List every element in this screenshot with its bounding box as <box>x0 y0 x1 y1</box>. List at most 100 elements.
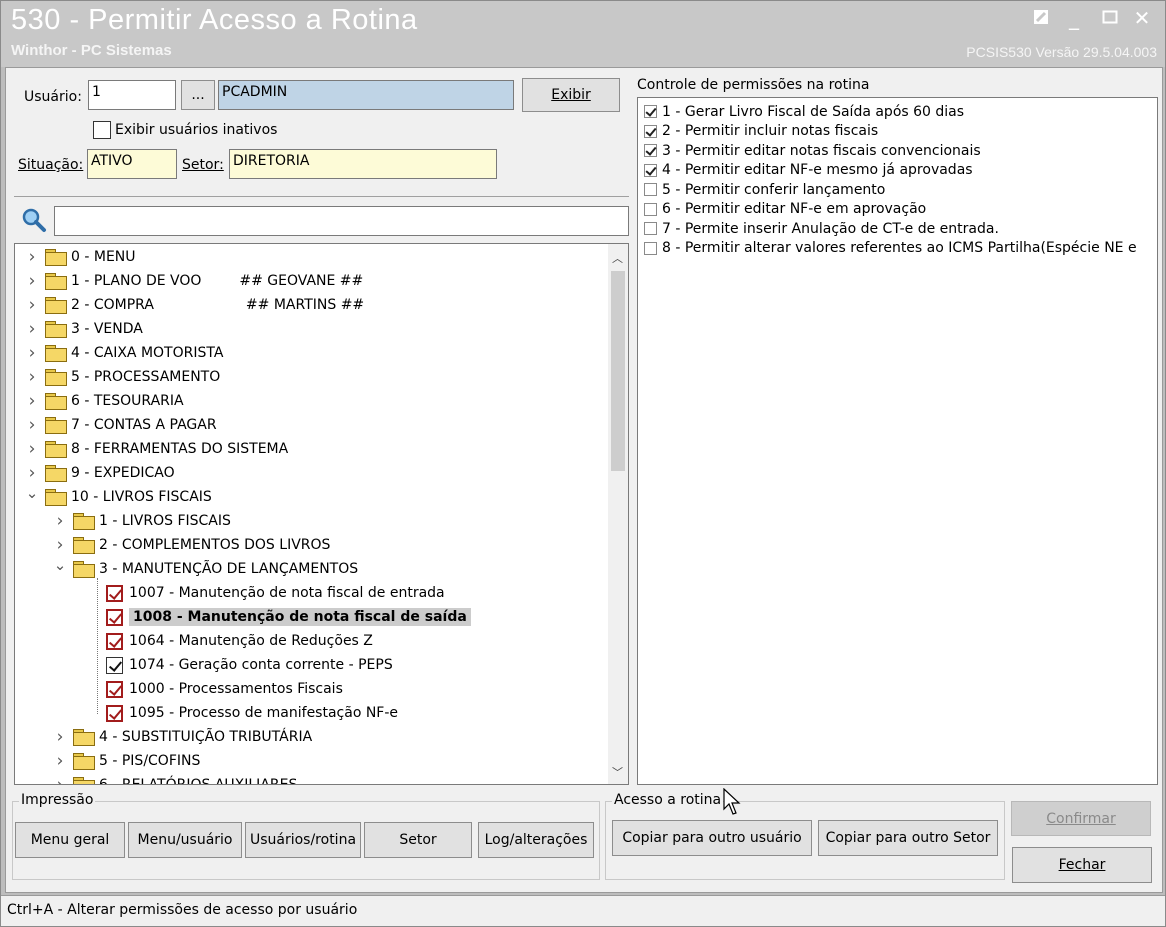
show-button[interactable]: Exibir <box>522 78 620 112</box>
folder-icon <box>73 753 95 770</box>
permission-label: 2 - Permitir incluir notas fiscais <box>662 123 879 139</box>
permission-checkbox[interactable] <box>644 241 657 255</box>
chevron-right-icon[interactable]: › <box>25 367 39 387</box>
chevron-right-icon[interactable]: › <box>25 271 39 291</box>
tree-folder-item[interactable]: › 0 - MENU <box>25 246 136 268</box>
chevron-right-icon[interactable]: › <box>25 391 39 411</box>
maximize-icon[interactable] <box>1097 5 1123 31</box>
tree-folder-item[interactable]: › 7 - CONTAS A PAGAR <box>25 414 217 436</box>
chevron-right-icon[interactable]: › <box>25 247 39 267</box>
tree-folder-item[interactable]: › 9 - EXPEDICAO <box>25 462 175 484</box>
permission-label: 8 - Permitir alterar valores referentes … <box>662 240 1137 256</box>
confirm-button[interactable]: Confirmar <box>1011 801 1151 836</box>
folder-icon <box>45 489 67 506</box>
permission-checkbox[interactable] <box>644 144 657 157</box>
permission-item[interactable]: 6 - Permitir editar NF-e em aprovação <box>644 200 926 219</box>
chevron-right-icon[interactable]: › <box>25 319 39 339</box>
tree-folder-item[interactable]: › 5 - PROCESSAMENTO <box>25 366 221 388</box>
chevron-right-icon[interactable]: › <box>53 535 67 555</box>
user-code-input[interactable]: 1 <box>88 80 176 110</box>
close-button[interactable]: Fechar <box>1012 847 1152 883</box>
tree-folder-item[interactable]: › 2 - COMPRA ## MARTINS ## <box>25 294 365 316</box>
tree-folder-item[interactable]: › 2 - COMPLEMENTOS DOS LIVROS <box>53 534 331 556</box>
chevron-right-icon[interactable]: › <box>53 727 67 747</box>
inactive-users-checkbox[interactable] <box>93 121 111 139</box>
tree-routine-item[interactable]: 1064 - Manutenção de Reduções Z <box>106 630 373 652</box>
permission-item[interactable]: 8 - Permitir alterar valores referentes … <box>644 239 1137 258</box>
chevron-down-icon[interactable]: ⌄ <box>53 556 67 574</box>
tree-folder-item[interactable]: ⌄ 10 - LIVROS FISCAIS <box>25 484 212 508</box>
permission-item[interactable]: 4 - Permitir editar NF-e mesmo já aprova… <box>644 161 973 180</box>
tree-item-label: 2 - COMPLEMENTOS DOS LIVROS <box>99 537 331 553</box>
permission-item[interactable]: 3 - Permitir editar notas fiscais conven… <box>644 141 981 160</box>
print-sector-button[interactable]: Setor <box>364 822 472 858</box>
chevron-right-icon[interactable]: › <box>25 415 39 435</box>
tree-routine-item-selected[interactable]: 1008 - Manutenção de nota fiscal de saíd… <box>106 606 471 628</box>
tree-folder-item[interactable]: › 1 - PLANO DE VOO ## GEOVANE ## <box>25 270 364 292</box>
chevron-right-icon[interactable]: › <box>25 295 39 315</box>
tree-item-label: 1074 - Geração conta corrente - PEPS <box>129 657 393 673</box>
routine-checkbox[interactable] <box>106 680 123 698</box>
permission-checkbox[interactable] <box>644 163 657 177</box>
search-input[interactable] <box>54 206 629 236</box>
permission-item[interactable]: 5 - Permitir conferir lançamento <box>644 180 885 199</box>
routine-tree[interactable]: › 0 - MENU › 1 - PLANO DE VOO ## GEOVANE ## ›… <box>14 243 629 785</box>
permission-checkbox[interactable] <box>644 183 657 196</box>
folder-icon <box>73 729 95 746</box>
scroll-down-icon[interactable]: ﹀ <box>612 764 623 780</box>
tree-routine-item[interactable]: 1074 - Geração conta corrente - PEPS <box>106 654 393 676</box>
chevron-down-icon[interactable]: ⌄ <box>25 484 39 502</box>
chevron-right-icon[interactable]: › <box>53 775 67 784</box>
tree-folder-item[interactable]: ⌄ 3 - MANUTENÇÃO DE LANÇAMENTOS <box>53 556 358 580</box>
tree-folder-item[interactable]: › 1 - LIVROS FISCAIS <box>53 510 231 532</box>
print-menu-user-button[interactable]: Menu/usuário <box>128 822 242 858</box>
tree-routine-item[interactable]: 1007 - Manutenção de nota fiscal de entr… <box>106 582 445 604</box>
permission-checkbox[interactable] <box>644 222 657 235</box>
app-window: 530 - Permitir Acesso a Rotina Winthor -… <box>0 0 1166 927</box>
browse-user-button[interactable]: ... <box>181 80 215 110</box>
print-log-changes-button[interactable]: Log/alterações <box>478 822 594 858</box>
close-icon[interactable]: ✕ <box>1129 5 1155 31</box>
permission-item[interactable]: 2 - Permitir incluir notas fiscais <box>644 122 878 141</box>
permission-checkbox[interactable] <box>644 124 657 138</box>
tree-folder-item[interactable]: › 5 - PIS/COFINS <box>53 750 201 772</box>
folder-icon <box>73 537 95 554</box>
print-users-routine-button[interactable]: Usuários/rotina <box>245 822 361 858</box>
folder-icon <box>45 273 67 290</box>
chevron-right-icon[interactable]: › <box>53 511 67 531</box>
tree-scrollbar[interactable]: ︿ ﹀ <box>608 244 628 784</box>
tree-folder-item[interactable]: › 3 - VENDA <box>25 318 143 340</box>
tree-scroll-thumb[interactable] <box>611 271 625 471</box>
chevron-right-icon[interactable]: › <box>25 463 39 483</box>
copy-to-user-button[interactable]: Copiar para outro usuário <box>612 820 812 856</box>
tree-routine-item[interactable]: 1095 - Processo de manifestação NF-e <box>106 702 398 724</box>
copy-to-sector-button[interactable]: Copiar para outro Setor <box>818 820 998 856</box>
chevron-right-icon[interactable]: › <box>25 439 39 459</box>
restore-icon[interactable] <box>1028 5 1054 31</box>
permission-checkbox[interactable] <box>644 202 657 216</box>
print-general-menu-button[interactable]: Menu geral <box>15 822 125 858</box>
tree-item-note: ## GEOVANE ## <box>239 273 364 289</box>
routine-checkbox[interactable] <box>106 656 123 674</box>
tree-folder-item[interactable]: › 4 - SUBSTITUIÇÃO TRIBUTÁRIA <box>53 726 313 748</box>
permission-item[interactable]: 7 - Permite inserir Anulação de CT-e de … <box>644 219 999 238</box>
chevron-right-icon[interactable]: › <box>53 751 67 771</box>
routine-checkbox[interactable] <box>106 632 123 650</box>
tree-item-label: 1000 - Processamentos Fiscais <box>129 681 343 697</box>
permission-checkbox[interactable] <box>644 105 657 118</box>
tree-folder-item[interactable]: › 6 - RELATÓRIOS AUXILIARES <box>53 774 297 784</box>
routine-checkbox[interactable] <box>106 608 123 626</box>
tree-folder-item[interactable]: › 4 - CAIXA MOTORISTA <box>25 342 224 364</box>
routine-checkbox[interactable] <box>106 584 123 602</box>
scroll-up-icon[interactable]: ︿ <box>612 250 623 266</box>
tree-routine-item[interactable]: 1000 - Processamentos Fiscais <box>106 678 343 700</box>
permission-item[interactable]: 1 - Gerar Livro Fiscal de Saída após 60 … <box>644 102 964 121</box>
folder-icon <box>45 249 67 266</box>
tree-folder-item[interactable]: › 8 - FERRAMENTAS DO SISTEMA <box>25 438 289 460</box>
chevron-right-icon[interactable]: › <box>25 343 39 363</box>
minimize-icon[interactable]: _ <box>1061 5 1087 31</box>
routine-checkbox[interactable] <box>106 704 123 722</box>
tree-item-label: 0 - MENU <box>71 249 136 265</box>
inactive-users-option[interactable]: Exibir usuários inativos <box>93 121 277 139</box>
tree-folder-item[interactable]: › 6 - TESOURARIA <box>25 390 184 412</box>
